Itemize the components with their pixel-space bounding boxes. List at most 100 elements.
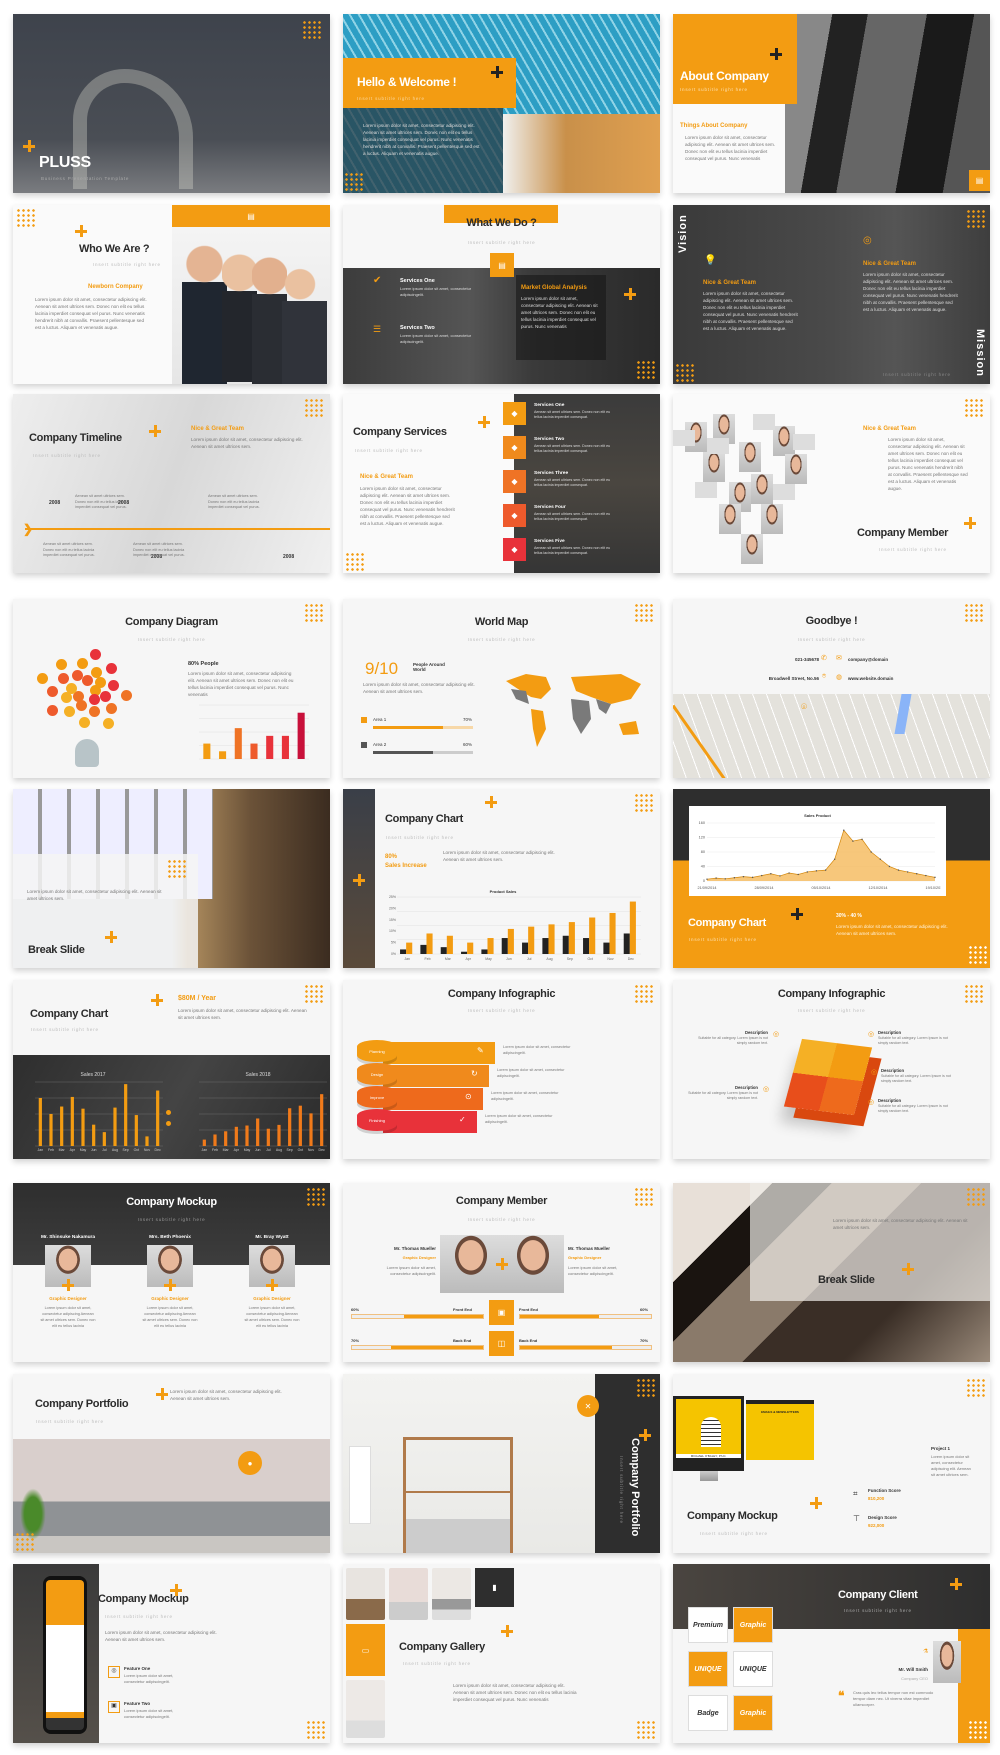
x-tick-label: 28/09/2014 xyxy=(754,886,773,890)
body-text: Lorem ipsum dolor sit amet, consectetur … xyxy=(863,272,958,312)
slide-hello[interactable]: Hello & Welcome ! Insert subtitle right … xyxy=(343,14,660,193)
slide-member[interactable]: Nice & Great Team Lorem ipsum dolor sit … xyxy=(673,394,990,573)
slide-goodbye[interactable]: Goodbye ! Insert subtitle right here 021… xyxy=(673,599,990,778)
client-logo[interactable]: UNIQUE xyxy=(688,1651,728,1687)
description-icon: ◎ xyxy=(868,1099,875,1106)
bar xyxy=(609,912,616,954)
slide-mockup-3[interactable]: MICHAEL O'BALEY, Ph.D. EMAILS & NEWSLETT… xyxy=(673,1374,990,1553)
bar xyxy=(298,1105,302,1146)
data-point xyxy=(879,858,881,860)
slide-member-2[interactable]: Company Member Insert subtitle right her… xyxy=(343,1183,660,1362)
social-icon xyxy=(94,677,106,689)
bar xyxy=(224,1131,228,1146)
plus-icon xyxy=(770,48,782,60)
plus-icon xyxy=(491,66,503,78)
bar xyxy=(446,935,453,954)
member-photo xyxy=(741,534,763,564)
client-logo[interactable]: UNIQUE xyxy=(733,1651,773,1687)
x-tick-label: Jan xyxy=(38,1148,44,1152)
website-link[interactable]: www.website.domain xyxy=(848,676,893,681)
slide-break-1[interactable]: Lorem ipsum dolor sit amet, consectetur … xyxy=(13,789,330,968)
slide-subtitle: Insert subtitle right here xyxy=(700,1531,768,1536)
interior-image xyxy=(503,114,660,193)
data-point xyxy=(870,851,872,853)
slide-timeline[interactable]: Company Timeline Insert subtitle right h… xyxy=(13,394,330,573)
client-logo[interactable]: Graphic xyxy=(733,1695,773,1731)
service-title: Services One xyxy=(534,403,565,408)
slide-subtitle: Insert subtitle right here xyxy=(137,637,206,642)
description-title: Description xyxy=(878,1030,902,1035)
social-icon xyxy=(90,648,102,660)
slide-gallery[interactable]: ▮ ▭ Company Gallery Insert subtitle righ… xyxy=(343,1564,660,1743)
slide-mockup-phone[interactable]: Company Mockup Insert subtitle right her… xyxy=(13,1564,330,1743)
year-label: 2008 xyxy=(49,500,61,506)
photo-tile xyxy=(753,414,775,430)
slide-mockup-team[interactable]: Company Mockup Insert subtitle right her… xyxy=(13,1183,330,1362)
slide-what[interactable]: What We Do ? Insert subtitle right here … xyxy=(343,205,660,384)
slide-title: Company Portfolio xyxy=(35,1398,129,1410)
dots-decoration xyxy=(634,603,654,623)
area2-value: 60% xyxy=(463,742,473,747)
member-bio: Lorem ipsum dolor sit amet, consectetur … xyxy=(386,1265,436,1276)
service-text: Lorem ipsum dolor sit amet, consectetur … xyxy=(400,286,472,297)
bar xyxy=(92,1124,96,1146)
slide-subtitle: Insert subtitle right here xyxy=(33,453,101,458)
slide-subtitle: Insert subtitle right here xyxy=(797,637,866,642)
slide-about[interactable]: About Company Insert subtitle right here… xyxy=(673,14,990,193)
body-text: Lorem ipsum dolor sit amet, consectetur … xyxy=(833,1218,968,1230)
bar xyxy=(501,938,508,954)
x-tick-label: May xyxy=(485,957,492,961)
plus-icon xyxy=(149,425,161,437)
bar xyxy=(38,1098,42,1146)
slide-title: PLUSS xyxy=(39,154,91,171)
client-logo[interactable]: Premium xyxy=(688,1607,728,1643)
slide-client[interactable]: Company Client Insert subtitle right her… xyxy=(673,1564,990,1743)
bar xyxy=(568,922,575,954)
member-bio: Lorem ipsum dolor sit amet, consectetur … xyxy=(568,1265,618,1276)
slide-pluss[interactable]: PLUSS Business Presentation Template xyxy=(13,14,330,193)
slide-services[interactable]: Company Services Insert subtitle right h… xyxy=(343,394,660,573)
slide-subtitle: Insert subtitle right here xyxy=(403,1661,471,1666)
body-text: Lorem ipsum dolor sit amet, consectetur … xyxy=(170,1389,282,1401)
description-icon: ◎ xyxy=(773,1031,780,1038)
dots-decoration xyxy=(634,984,654,1004)
client-logo[interactable]: Badge xyxy=(688,1695,728,1731)
slide-infographic-1[interactable]: Company Infographic Insert subtitle righ… xyxy=(343,980,660,1159)
email-link[interactable]: company@domain xyxy=(848,657,888,662)
slide-chart-3[interactable]: Sales Product 0 40 80 120 160 21/09/2014 28/09… xyxy=(673,789,990,968)
step-icon: ⊙ xyxy=(465,1092,472,1101)
step-cylinder: Improve xyxy=(357,1086,397,1108)
gallery-photo xyxy=(432,1568,471,1620)
step-text: Lorem ipsum dolor sit amet, consectetur … xyxy=(503,1045,571,1055)
feature-two-icon: ▣ xyxy=(108,1701,120,1713)
plus-icon xyxy=(501,1625,513,1637)
slide-chart-1[interactable]: Company Chart Insert subtitle right here… xyxy=(343,789,660,968)
slide-title: About Company xyxy=(680,69,769,83)
body-text: Lorem ipsum dolor sit amet, consectetur … xyxy=(35,297,147,330)
slide-portfolio-2[interactable]: ✕ Company Portfolio Insert subtitle righ… xyxy=(343,1374,660,1553)
slide-break-2[interactable]: Lorem ipsum dolor sit amet, consectetur … xyxy=(673,1183,990,1362)
area1-progress xyxy=(373,726,473,729)
slide-infographic-2[interactable]: Company Infographic Insert subtitle righ… xyxy=(673,980,990,1159)
slide-worldmap[interactable]: World Map Insert subtitle right here 9/1… xyxy=(343,599,660,778)
slide-subtitle: Insert subtitle right here xyxy=(467,1217,536,1222)
target-icon: ◎ xyxy=(863,235,872,246)
client-name: Mr. Will Smith xyxy=(898,1667,928,1672)
x-tick-label: Mar xyxy=(59,1148,66,1152)
slide-vision[interactable]: Vision Mission 💡 ◎ Nice & Great Team Lor… xyxy=(673,205,990,384)
bar xyxy=(603,942,610,954)
description-text: Suitable for all category. Lorem Ipsum i… xyxy=(698,1036,768,1045)
slide-diagram[interactable]: Company Diagram Insert subtitle right he… xyxy=(13,599,330,778)
person-icon xyxy=(75,739,99,767)
cube-icon: ◫ xyxy=(489,1331,514,1356)
body-text: Lorem ipsum dolor sit amet, consectetur … xyxy=(836,924,948,936)
slide-chart-2[interactable]: Company Chart Insert subtitle right here… xyxy=(13,980,330,1159)
client-logo[interactable]: Graphic xyxy=(733,1607,773,1643)
slide-portfolio-1[interactable]: Company Portfolio Insert subtitle right … xyxy=(13,1374,330,1553)
client-role: Company CEO xyxy=(901,1676,928,1681)
bar xyxy=(124,1084,128,1146)
slide-who[interactable]: ▤ Who We Are ? Insert subtitle right her… xyxy=(13,205,330,384)
chart-title: Product Sales xyxy=(489,889,517,894)
dots-decoration xyxy=(966,1378,986,1398)
y-tick-label: 120 xyxy=(699,836,705,840)
